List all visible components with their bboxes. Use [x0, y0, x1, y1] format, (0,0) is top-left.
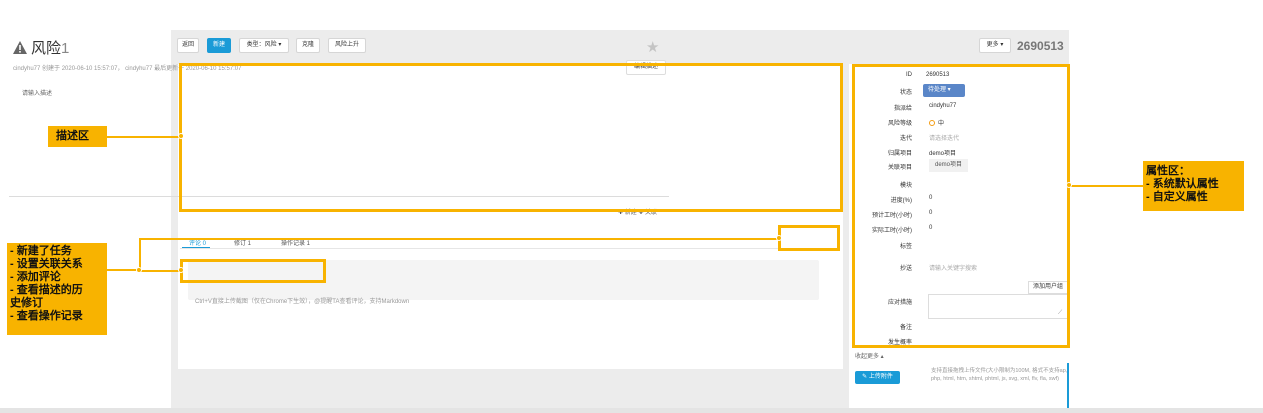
collapse-more-link[interactable]: 收起更多 ▴ [855, 351, 884, 360]
upload-attachment-button[interactable]: ✎ 上传附件 [855, 371, 900, 384]
bottom-leader-dot [136, 267, 142, 273]
prop-leader-line [1070, 185, 1143, 187]
actions-leader-dot [776, 235, 782, 241]
star-icon[interactable]: ★ [646, 38, 659, 56]
prop-area-callout: 属性区： - 系统默认属性 - 自定义属性 [1143, 161, 1244, 211]
prop-leader-dot [1066, 182, 1072, 188]
bottom-strip [0, 408, 1263, 413]
warning-icon [13, 41, 27, 54]
upload-hint: 支持直接拖拽上传文件(大小限制为100M, 格式不支持ap, php, html… [931, 368, 1068, 382]
properties-area-highlight [852, 64, 1070, 348]
page-title: 风险1 [31, 37, 69, 58]
back-button[interactable]: 返回 [177, 38, 199, 53]
scrollbar[interactable] [1067, 363, 1069, 413]
bottom-leader-top [139, 238, 780, 240]
description-placeholder[interactable]: 请输入描述 [22, 88, 52, 97]
description-area-highlight [179, 63, 843, 212]
escalate-button[interactable]: 风险上升 [328, 38, 366, 53]
clone-button[interactable]: 克隆 [296, 38, 320, 53]
toolbar: 返回 新建 类型：风险 ▾ 克隆 风险上升 更多 ▾ 2690513 [171, 30, 1069, 60]
more-dropdown[interactable]: 更多 ▾ [979, 38, 1011, 53]
actions-area-highlight [778, 225, 840, 251]
tabs-divider [180, 248, 840, 249]
title-number: 1 [61, 40, 70, 57]
type-dropdown[interactable]: 类型：风险 ▾ [239, 38, 289, 53]
bottom-area-callout: - 新建了任务 - 设置关联关系 - 添加评论 - 查看描述的历 史修订 - 查… [7, 243, 107, 335]
tabs-area-highlight [180, 259, 326, 283]
comment-placeholder: Ctrl+V直接上传截图（仅在Chrome下生效），@提醒TA查看评论，支持Ma… [195, 299, 410, 305]
desc-leader-line [107, 136, 182, 138]
bottom-leader-tab [140, 270, 182, 272]
title-text: 风险 [31, 40, 62, 57]
tabs-leader-dot [178, 267, 184, 273]
screen: 返回 新建 类型：风险 ▾ 克隆 风险上升 更多 ▾ 2690513 风险1 ★… [0, 0, 1263, 413]
desc-leader-dot [178, 133, 184, 139]
desc-area-callout: 描述区 [48, 126, 107, 147]
new-button[interactable]: 新建 [207, 38, 231, 53]
record-id: 2690513 [1017, 39, 1064, 53]
